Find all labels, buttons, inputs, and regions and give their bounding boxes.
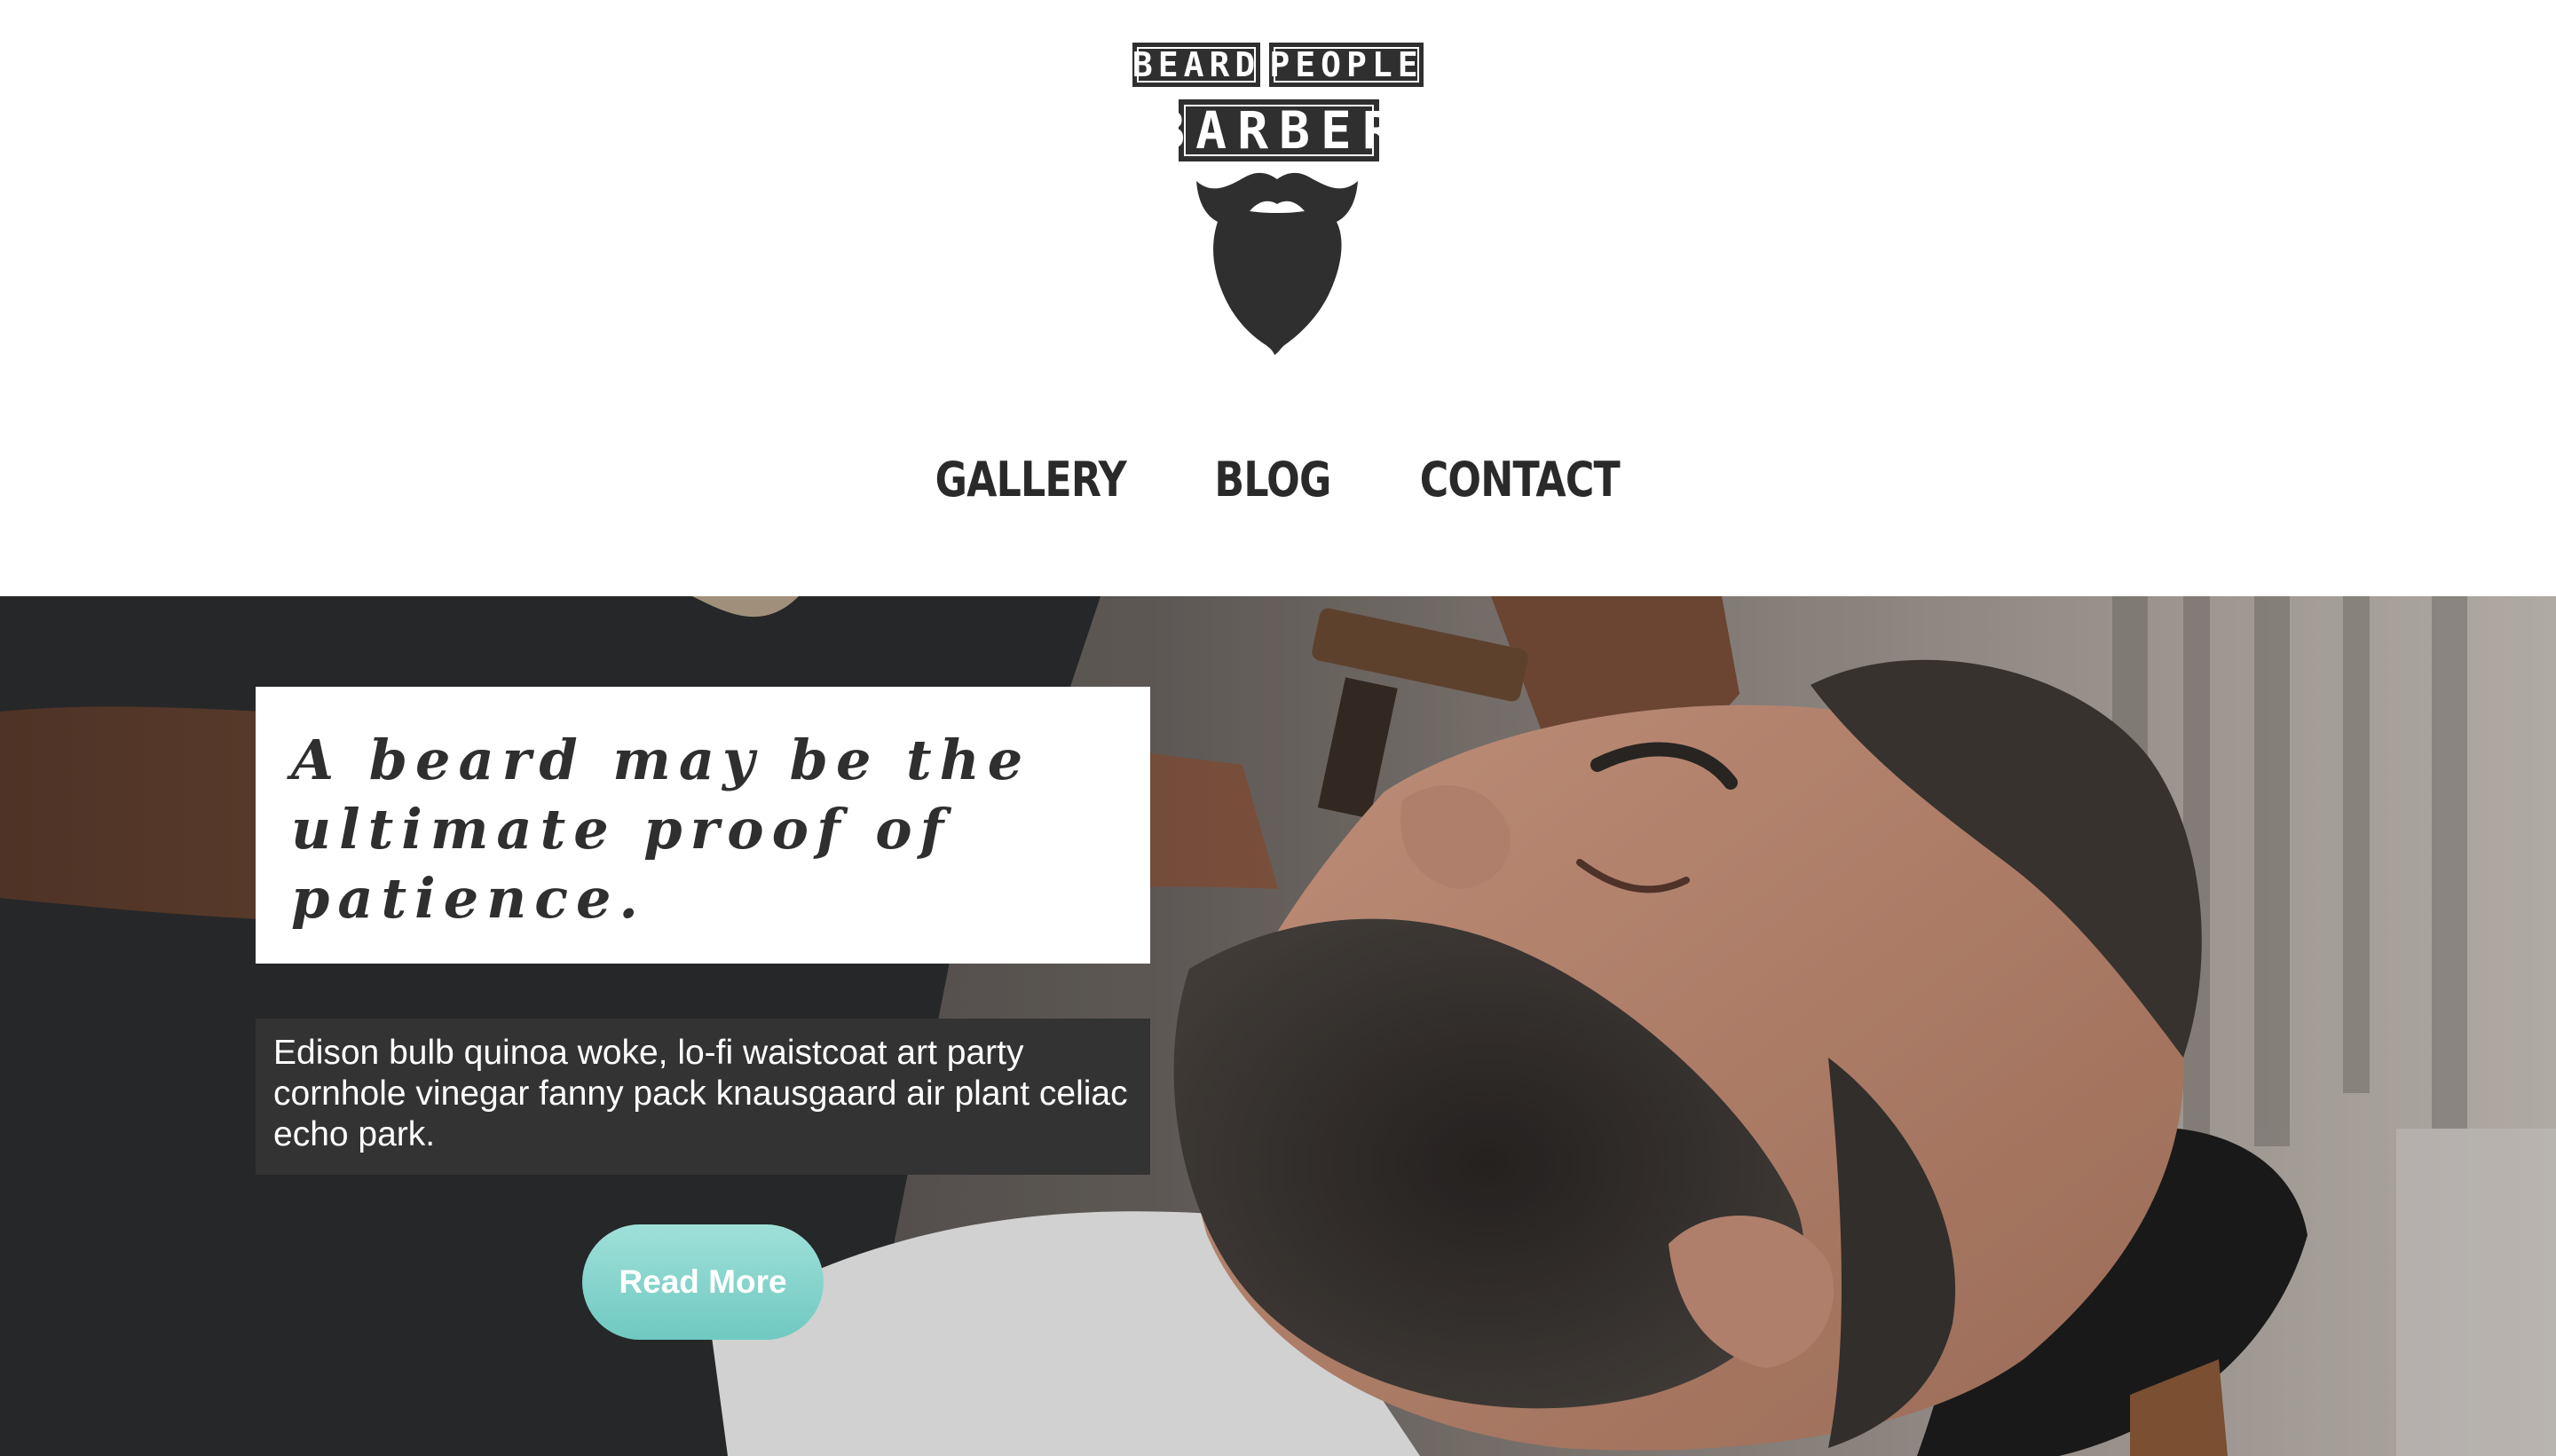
logo[interactable]: BEARD PEOPLE BARBER (1132, 43, 1424, 355)
logo-word-barber: BARBER (1154, 99, 1404, 161)
nav-item-blog[interactable]: BLOG (1214, 452, 1331, 508)
page: BEARD PEOPLE BARBER GALLERY BLOG CONTACT (0, 0, 2556, 1456)
beard-icon (1196, 172, 1358, 355)
site-header: BEARD PEOPLE BARBER GALLERY BLOG CONTACT (0, 0, 2556, 596)
nav-item-contact[interactable]: CONTACT (1420, 452, 1621, 508)
hero-section: A beard may be the ultimate proof of pat… (0, 596, 2556, 1456)
read-more-button[interactable]: Read More (582, 1224, 824, 1340)
logo-word-people: PEOPLE (1269, 43, 1424, 87)
hero-quote: A beard may be the ultimate proof of pat… (291, 728, 1031, 931)
nav-item-gallery[interactable]: GALLERY (935, 452, 1127, 508)
logo-word-beard: BEARD (1132, 43, 1260, 87)
main-nav: GALLERY BLOG CONTACT (914, 444, 1642, 515)
hero-quote-box: A beard may be the ultimate proof of pat… (256, 687, 1150, 964)
hero-description: Edison bulb quinoa woke, lo-fi waistcoat… (273, 1034, 1128, 1153)
hero-description-box: Edison bulb quinoa woke, lo-fi waistcoat… (256, 1019, 1150, 1175)
logo-top-row: BEARD PEOPLE (1132, 43, 1424, 87)
